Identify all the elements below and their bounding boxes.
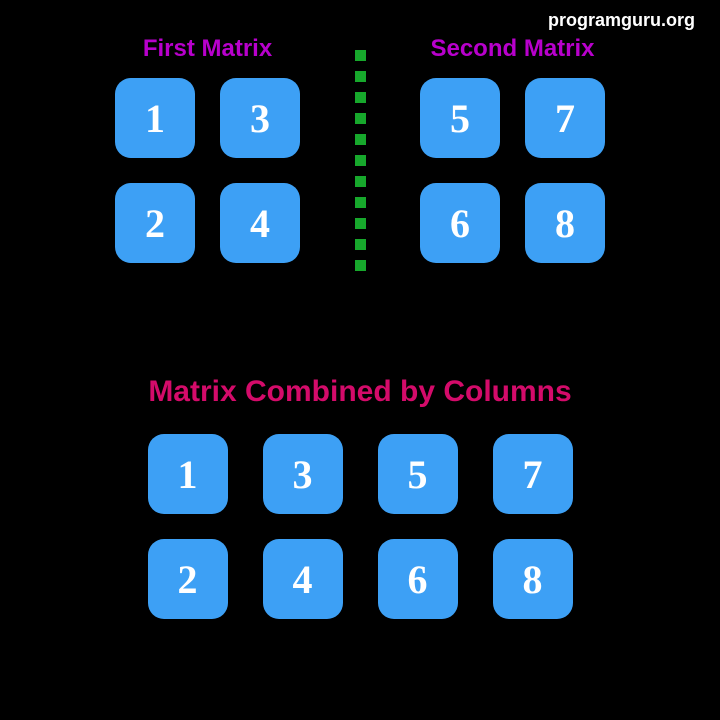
matrix-cell: 1 xyxy=(148,434,228,514)
divider-dot xyxy=(355,134,366,145)
bottom-section: Matrix Combined by Columns 1 3 5 7 2 4 6… xyxy=(0,375,720,619)
matrix-cell: 1 xyxy=(115,78,195,158)
divider-dot xyxy=(355,50,366,61)
combined-matrix-title: Matrix Combined by Columns xyxy=(148,375,571,409)
divider-dot xyxy=(355,176,366,187)
matrix-cell: 4 xyxy=(220,183,300,263)
divider-dot xyxy=(355,239,366,250)
matrix-cell: 8 xyxy=(525,183,605,263)
first-matrix-grid: 1 3 2 4 xyxy=(115,78,300,263)
second-matrix-grid: 5 7 6 8 xyxy=(420,78,605,263)
matrix-cell: 5 xyxy=(378,434,458,514)
divider-dot xyxy=(355,113,366,124)
first-matrix-title: First Matrix xyxy=(143,35,272,63)
divider-dot xyxy=(355,218,366,229)
matrix-cell: 4 xyxy=(263,539,343,619)
watermark: programguru.org xyxy=(548,10,695,31)
divider-dot xyxy=(355,155,366,166)
matrix-cell: 2 xyxy=(115,183,195,263)
divider-dot xyxy=(355,71,366,82)
top-section: First Matrix 1 3 2 4 Second Matrix 5 7 6… xyxy=(0,35,720,276)
combined-matrix-grid: 1 3 5 7 2 4 6 8 xyxy=(148,434,573,619)
second-matrix-block: Second Matrix 5 7 6 8 xyxy=(420,35,605,263)
divider-dot xyxy=(355,197,366,208)
matrix-cell: 7 xyxy=(493,434,573,514)
divider-dot xyxy=(355,260,366,271)
matrix-cell: 5 xyxy=(420,78,500,158)
matrix-cell: 8 xyxy=(493,539,573,619)
matrix-cell: 3 xyxy=(263,434,343,514)
first-matrix-block: First Matrix 1 3 2 4 xyxy=(115,35,300,263)
matrix-cell: 6 xyxy=(378,539,458,619)
matrix-cell: 3 xyxy=(220,78,300,158)
divider-dot xyxy=(355,92,366,103)
second-matrix-title: Second Matrix xyxy=(430,35,594,63)
matrix-cell: 7 xyxy=(525,78,605,158)
matrix-cell: 6 xyxy=(420,183,500,263)
matrix-cell: 2 xyxy=(148,539,228,619)
vertical-divider xyxy=(355,35,365,276)
